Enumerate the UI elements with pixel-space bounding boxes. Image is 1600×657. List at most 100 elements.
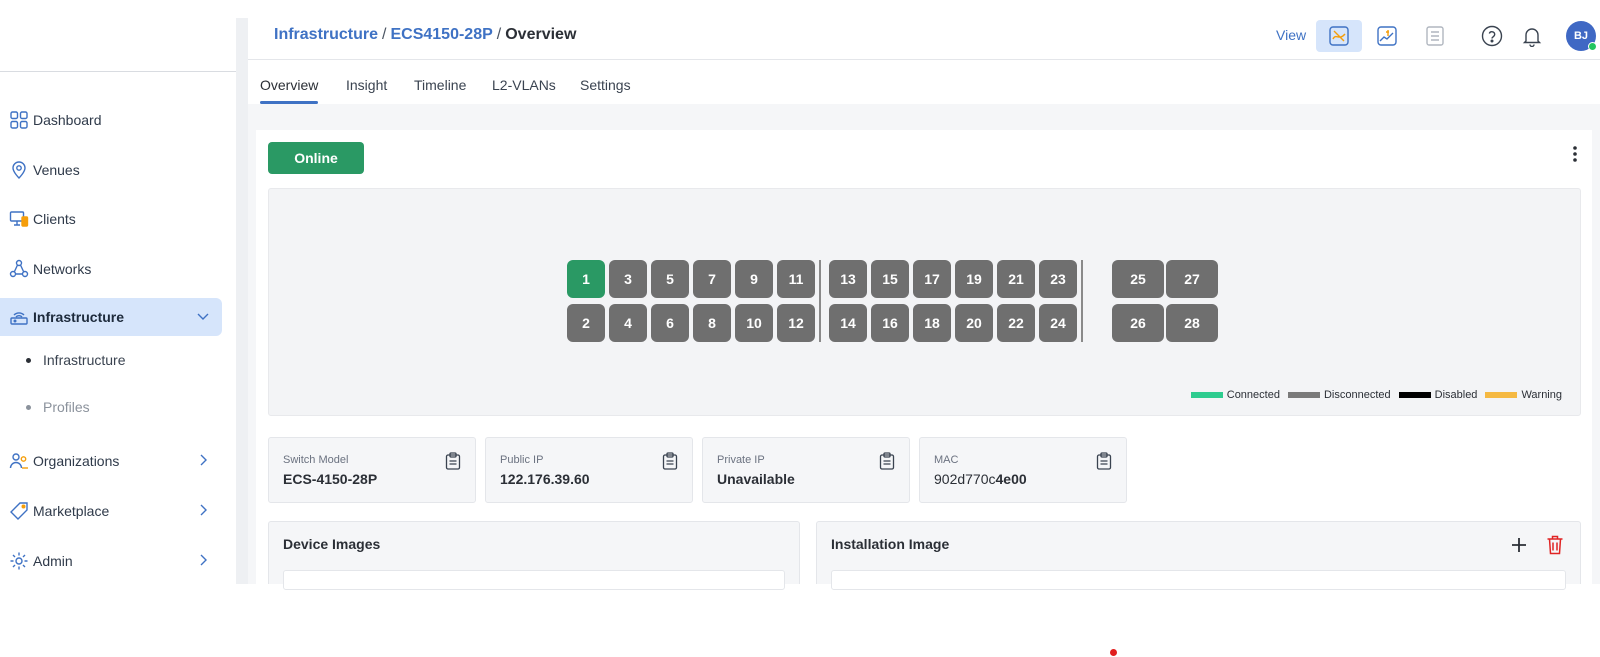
more-options-icon[interactable]	[1570, 144, 1580, 164]
sidebar-item-venues[interactable]: Venues	[0, 151, 222, 189]
sidebar-item-marketplace[interactable]: Marketplace	[0, 492, 222, 530]
clipboard-copy-icon[interactable]	[879, 452, 895, 470]
switch-port-1[interactable]: 1	[567, 260, 605, 298]
switch-port-24[interactable]: 24	[1039, 304, 1077, 342]
switch-port-18[interactable]: 18	[913, 304, 951, 342]
sidebar-item-clients[interactable]: Clients	[0, 200, 222, 238]
switch-port-28[interactable]: 28	[1166, 304, 1218, 342]
status-badge-online[interactable]: Online	[268, 142, 364, 174]
installation-image-title: Installation Image	[831, 536, 950, 552]
legend-label: Disabled	[1434, 389, 1478, 401]
legend-swatch	[1287, 392, 1320, 398]
public-ip-box: Public IP 122.176.39.60	[485, 437, 693, 503]
switch-port-9[interactable]: 9	[735, 260, 773, 298]
view-device-button[interactable]	[1412, 20, 1458, 52]
sidebar-item-label: Admin	[33, 553, 73, 569]
private-ip-value: Unavailable	[717, 471, 795, 487]
switch-port-8[interactable]: 8	[693, 304, 731, 342]
switch-model-box: Switch Model ECS-4150-28P	[268, 437, 476, 503]
breadcrumb-current: Overview	[505, 26, 577, 43]
mac-label: MAC	[934, 454, 959, 466]
port-legend: Connected Disconnected Disabled Warning	[1190, 389, 1562, 401]
user-avatar[interactable]: BJ	[1566, 21, 1597, 51]
legend-label: Connected	[1226, 389, 1280, 401]
switch-port-14[interactable]: 14	[829, 304, 867, 342]
switch-port-6[interactable]: 6	[651, 304, 689, 342]
legend-swatch	[1190, 392, 1223, 398]
device-images-area	[283, 570, 785, 590]
switch-port-2[interactable]: 2	[567, 304, 605, 342]
sidebar-item-admin[interactable]: Admin	[0, 542, 222, 580]
switch-model-label: Switch Model	[283, 454, 349, 466]
sidebar-item-dashboard[interactable]: Dashboard	[0, 101, 222, 139]
chevron-down-icon	[197, 313, 209, 320]
clipboard-copy-icon[interactable]	[1096, 452, 1112, 470]
switch-model-value: ECS-4150-28P	[283, 471, 378, 487]
tab-l2-vlans[interactable]: L2-VLANs	[492, 77, 556, 93]
switch-port-23[interactable]: 23	[1039, 260, 1077, 298]
tab-settings[interactable]: Settings	[580, 77, 631, 93]
port-group-separator	[1081, 260, 1083, 342]
sidebar-item-organizations[interactable]: Organizations	[0, 442, 222, 480]
private-ip-box: Private IP Unavailable	[702, 437, 910, 503]
organizations-icon	[8, 450, 30, 472]
legend-warning: Warning	[1485, 389, 1562, 401]
switch-port-10[interactable]: 10	[735, 304, 773, 342]
sidebar-subitem-profiles[interactable]: Profiles	[26, 399, 90, 415]
switch-port-4[interactable]: 4	[609, 304, 647, 342]
switch-port-12[interactable]: 12	[777, 304, 815, 342]
switch-port-5[interactable]: 5	[651, 260, 689, 298]
tab-insight[interactable]: Insight	[346, 77, 387, 93]
switch-port-13[interactable]: 13	[829, 260, 867, 298]
switch-port-26[interactable]: 26	[1112, 304, 1164, 342]
switch-port-panel: Connected Disconnected Disabled Warning …	[268, 188, 1581, 416]
network-nodes-icon	[8, 258, 30, 280]
sidebar-item-networks[interactable]: Networks	[0, 250, 222, 288]
tab-timeline[interactable]: Timeline	[414, 77, 466, 93]
clipboard-copy-icon[interactable]	[662, 452, 678, 470]
breadcrumb-infrastructure-link[interactable]: Infrastructure	[274, 26, 378, 44]
switch-port-15[interactable]: 15	[871, 260, 909, 298]
switch-port-16[interactable]: 16	[871, 304, 909, 342]
switch-port-20[interactable]: 20	[955, 304, 993, 342]
sidebar-item-infrastructure[interactable]: Infrastructure	[0, 298, 222, 336]
switch-port-3[interactable]: 3	[609, 260, 647, 298]
sidebar-item-label: Dashboard	[33, 112, 102, 128]
chevron-right-icon	[200, 504, 207, 516]
delete-image-button[interactable]	[1544, 534, 1566, 556]
help-icon	[1481, 25, 1503, 47]
tab-overview[interactable]: Overview	[260, 77, 319, 104]
page-header: Infrastructure / ECS4150-28P / Overview …	[248, 18, 1600, 60]
breadcrumb-separator: /	[382, 26, 387, 43]
tag-icon	[8, 500, 30, 522]
chevron-right-icon	[200, 554, 207, 566]
switch-port-25[interactable]: 25	[1112, 260, 1164, 298]
breadcrumb-device-link[interactable]: ECS4150-28P	[390, 26, 492, 44]
switch-port-19[interactable]: 19	[955, 260, 993, 298]
view-network-button[interactable]	[1316, 20, 1362, 52]
bell-icon	[1522, 28, 1542, 47]
view-finance-button[interactable]	[1364, 20, 1410, 52]
help-button[interactable]	[1480, 24, 1504, 48]
network-view-icon	[1329, 26, 1349, 46]
notifications-button[interactable]	[1520, 24, 1544, 48]
mac-value: 902d770c4e00	[934, 471, 1027, 487]
finance-view-icon	[1377, 26, 1397, 46]
legend-disabled: Disabled	[1398, 389, 1478, 401]
switch-port-21[interactable]: 21	[997, 260, 1035, 298]
app-window: Dashboard Venues Clients Networks Infras	[0, 0, 1600, 590]
clipboard-copy-icon[interactable]	[445, 452, 461, 470]
online-status-dot	[1588, 42, 1597, 51]
sidebar-subitem-infrastructure[interactable]: Infrastructure	[26, 352, 125, 368]
device-images-title: Device Images	[283, 536, 381, 552]
switch-port-7[interactable]: 7	[693, 260, 731, 298]
add-image-button[interactable]	[1508, 534, 1530, 556]
switch-port-22[interactable]: 22	[997, 304, 1035, 342]
switch-port-27[interactable]: 27	[1166, 260, 1218, 298]
bullet-icon	[26, 357, 31, 363]
installation-image-section: Installation Image	[816, 521, 1581, 590]
switch-port-17[interactable]: 17	[913, 260, 951, 298]
breadcrumb-separator: /	[496, 26, 502, 43]
cursor-marker	[1110, 649, 1117, 656]
switch-port-11[interactable]: 11	[777, 260, 815, 298]
